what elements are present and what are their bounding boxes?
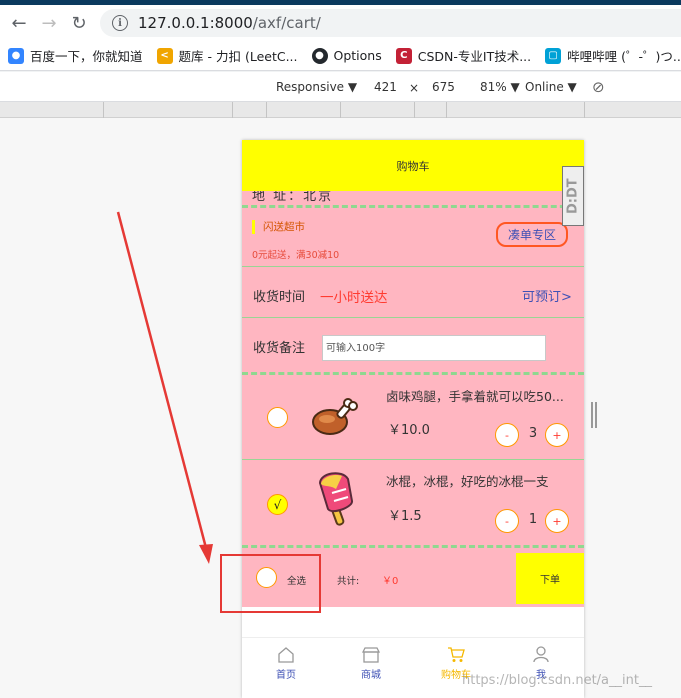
devtools-badge: D:DT: [562, 166, 584, 226]
annotation-box: [220, 554, 321, 613]
watermark: https://blog.csdn.net/a__int__: [462, 673, 652, 688]
page-title: 购物车: [396, 159, 430, 173]
page-header: 购物车: [242, 140, 584, 191]
annotation-arrow: [116, 211, 213, 564]
